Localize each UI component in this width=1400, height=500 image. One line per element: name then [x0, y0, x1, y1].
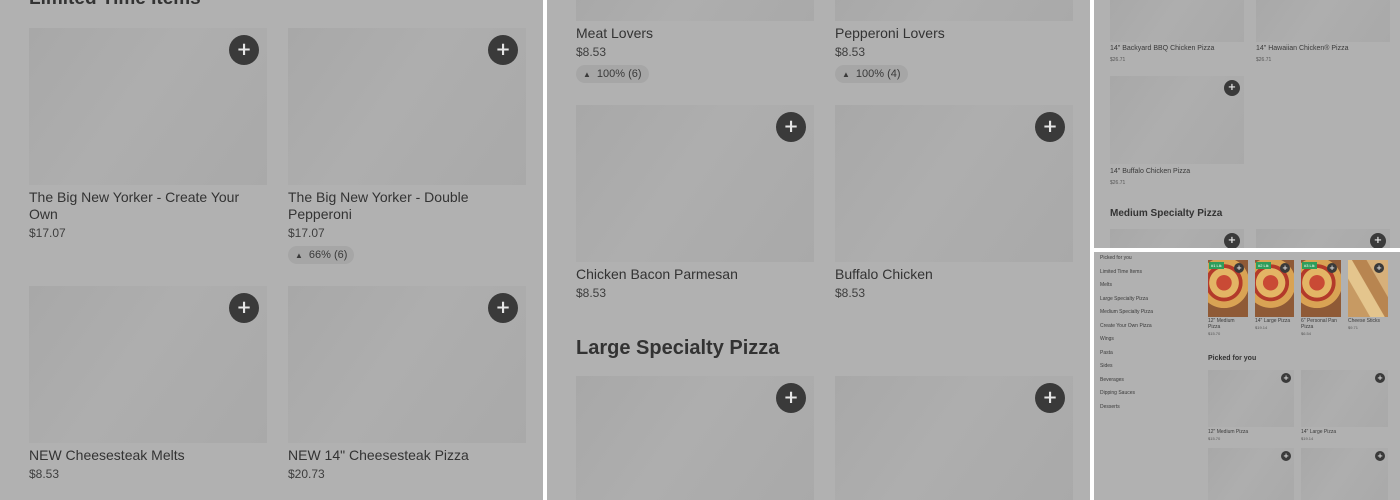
rank-tag: #3 Lik	[1302, 262, 1317, 269]
add-icon[interactable]: +	[1375, 451, 1385, 461]
sidebar-item[interactable]: Wings	[1100, 336, 1114, 342]
item-name[interactable]: The Big New Yorker - Create Your Own	[29, 189, 259, 223]
add-icon[interactable]: +	[1035, 383, 1065, 413]
item-price: $8.53	[29, 467, 60, 481]
add-icon[interactable]: +	[1035, 112, 1065, 142]
item-price: $26.71	[1256, 57, 1272, 63]
item-price: $19.14	[1255, 325, 1268, 330]
item-name[interactable]: Chicken Bacon Parmesan	[576, 266, 738, 283]
rating-text: 100% (6)	[596, 68, 642, 80]
rating-badge: ▲ 66% (6)	[288, 246, 355, 264]
thumbs-up-icon: ▲	[295, 250, 303, 260]
item-name[interactable]: NEW 14" Cheesesteak Pizza	[288, 447, 518, 464]
item-name[interactable]: NEW Cheesesteak Melts	[29, 447, 259, 464]
item-price: $9.71	[1348, 325, 1359, 330]
add-icon[interactable]: +	[1224, 80, 1240, 96]
sidebar-item[interactable]: Dipping Sauces	[1100, 390, 1135, 396]
item-name[interactable]: 14" Buffalo Chicken Pizza	[1110, 168, 1190, 176]
sidebar-item[interactable]: Beverages	[1100, 377, 1124, 383]
item-price: $8.53	[576, 286, 607, 300]
item-name[interactable]: 14" Large Pizza	[1301, 429, 1336, 435]
rating-badge: ▲ 100% (6)	[576, 65, 649, 83]
rating-text: 100% (4)	[855, 68, 901, 80]
add-icon[interactable]: +	[1234, 263, 1244, 273]
add-icon[interactable]: +	[776, 383, 806, 413]
sidebar-item[interactable]: Medium Specialty Pizza	[1100, 309, 1153, 315]
item-price: $19.14	[1301, 436, 1314, 441]
add-icon[interactable]: +	[488, 35, 518, 65]
panel-menu-overview: Picked for you Limited Time Items Melts …	[1094, 252, 1400, 500]
add-icon[interactable]: +	[1370, 233, 1386, 248]
add-icon[interactable]: +	[1281, 451, 1291, 461]
sidebar-item[interactable]: Limited Time Items	[1100, 269, 1142, 275]
item-image[interactable]	[576, 0, 814, 21]
item-image[interactable]	[835, 0, 1073, 21]
item-price: $8.53	[835, 45, 866, 59]
item-price: $26.71	[1110, 57, 1126, 63]
item-name[interactable]: Cheese Sticks	[1348, 318, 1388, 324]
item-name[interactable]: 12" Medium Pizza	[1208, 318, 1248, 330]
item-name[interactable]: 14" Hawaiian Chicken® Pizza	[1256, 45, 1348, 53]
thumbs-up-icon: ▲	[583, 69, 591, 79]
item-price: $15.70	[1208, 331, 1221, 336]
panel-limited-time: Limited Time Items + The Big New Yorker …	[0, 0, 543, 500]
add-icon[interactable]: +	[776, 112, 806, 142]
rating-badge: ▲ 100% (4)	[835, 65, 908, 83]
item-name[interactable]: 6" Personal Pan Pizza	[1301, 318, 1341, 330]
panel-large-specialty: 14" Backyard BBQ Chicken Pizza $26.71 14…	[1094, 0, 1400, 248]
sidebar-item[interactable]: Picked for you	[1100, 255, 1132, 261]
rank-tag: #1 Lik	[1209, 262, 1224, 269]
add-icon[interactable]: +	[1280, 263, 1290, 273]
section-title: Picked for you	[1208, 355, 1257, 362]
item-name[interactable]: 14" Large Pizza	[1255, 318, 1295, 324]
item-name[interactable]: Pepperoni Lovers	[835, 25, 945, 42]
item-price: $26.71	[1110, 180, 1126, 186]
item-image[interactable]	[1110, 0, 1244, 42]
add-icon[interactable]: +	[488, 293, 518, 323]
rank-tag: #2 Lik	[1256, 262, 1271, 269]
item-name[interactable]: 14" Backyard BBQ Chicken Pizza	[1110, 45, 1214, 53]
add-icon[interactable]: +	[229, 293, 259, 323]
add-icon[interactable]: +	[229, 35, 259, 65]
add-icon[interactable]: +	[1375, 373, 1385, 383]
item-name[interactable]: 12" Medium Pizza	[1208, 429, 1248, 435]
section-title: Medium Specialty Pizza	[1110, 208, 1223, 219]
sidebar-item[interactable]: Desserts	[1100, 404, 1120, 410]
add-icon[interactable]: +	[1281, 373, 1291, 383]
section-title: Large Specialty Pizza	[576, 337, 780, 359]
item-name[interactable]: Buffalo Chicken	[835, 266, 933, 283]
rating-text: 66% (6)	[308, 249, 348, 261]
section-title: Limited Time Items	[29, 0, 201, 10]
sidebar-item[interactable]: Large Specialty Pizza	[1100, 296, 1148, 302]
item-name[interactable]: The Big New Yorker - Double Pepperoni	[288, 189, 518, 223]
add-icon[interactable]: +	[1224, 233, 1240, 248]
thumbs-up-icon: ▲	[842, 69, 850, 79]
sidebar-item[interactable]: Melts	[1100, 282, 1112, 288]
item-price: $20.73	[288, 467, 325, 481]
sidebar-item[interactable]: Create Your Own Pizza	[1100, 323, 1152, 329]
item-price: $8.53	[835, 286, 866, 300]
item-price: $6.54	[1301, 331, 1312, 336]
item-price: $17.07	[288, 226, 325, 240]
item-price: $17.07	[29, 226, 66, 240]
item-price: $15.70	[1208, 436, 1221, 441]
item-price: $8.53	[576, 45, 607, 59]
sidebar-item[interactable]: Sides	[1100, 363, 1113, 369]
add-icon[interactable]: +	[1327, 263, 1337, 273]
panel-specialty: Meat Lovers $8.53 ▲ 100% (6) Pepperoni L…	[547, 0, 1090, 500]
item-name[interactable]: Meat Lovers	[576, 25, 653, 42]
sidebar-item[interactable]: Pasta	[1100, 350, 1113, 356]
add-icon[interactable]: +	[1374, 263, 1384, 273]
item-image[interactable]	[1256, 0, 1390, 42]
